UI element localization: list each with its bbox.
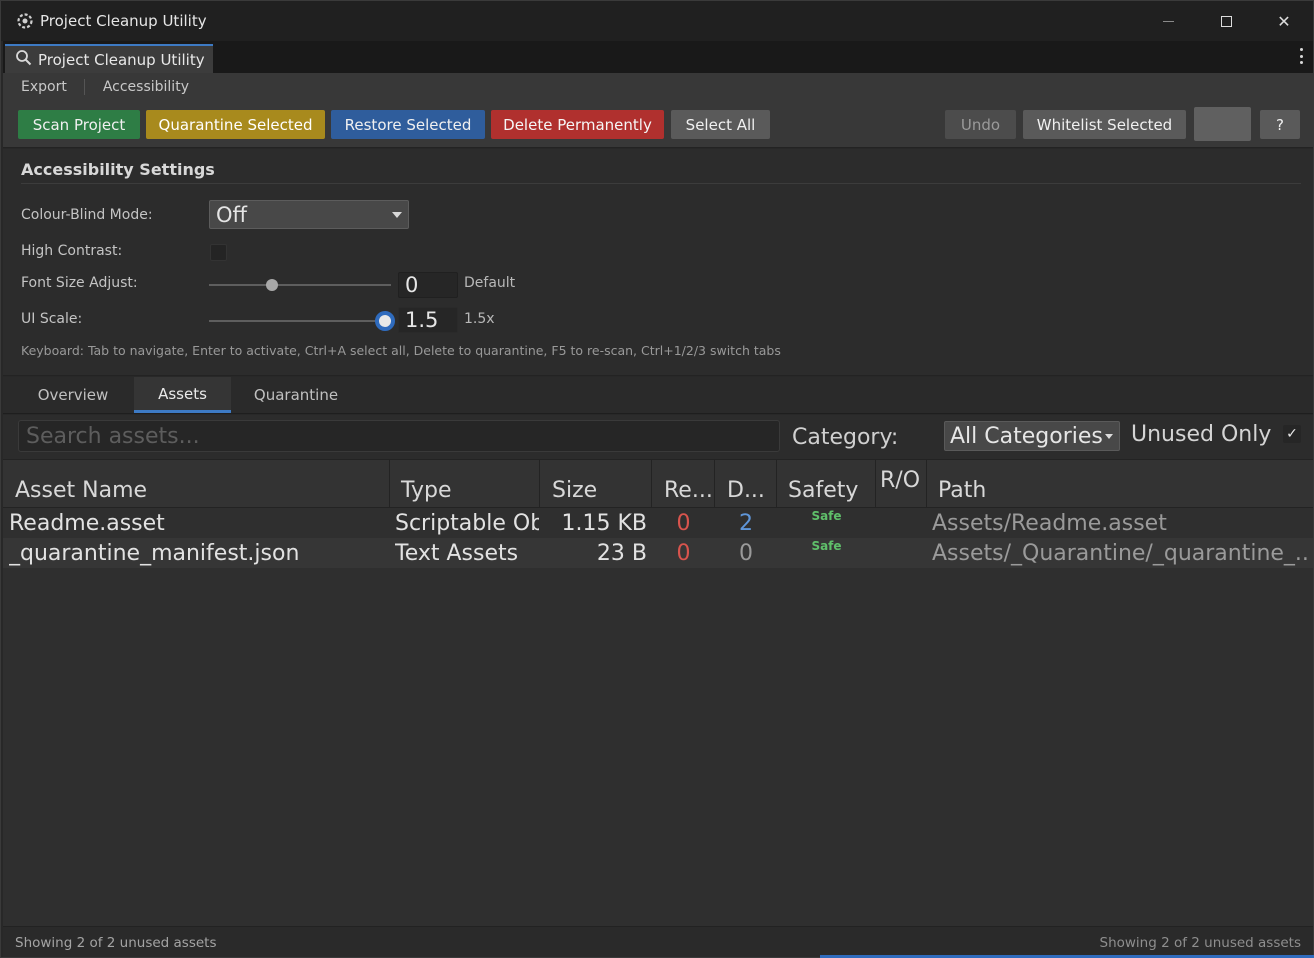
app-icon xyxy=(16,12,34,30)
ui-scale-hint: 1.5x xyxy=(464,311,495,327)
asset-name: Readme.asset xyxy=(9,510,165,536)
asset-size: 23 B xyxy=(596,540,647,566)
chevron-down-icon xyxy=(1105,434,1113,439)
font-size-field[interactable]: 0 xyxy=(398,272,458,298)
divider xyxy=(21,183,1301,184)
colour-blind-mode-dropdown[interactable]: Off xyxy=(209,200,409,229)
ui-scale-label: UI Scale: xyxy=(21,311,83,327)
asset-references: 0 xyxy=(676,510,691,536)
maximize-button[interactable] xyxy=(1197,1,1255,41)
minimize-icon xyxy=(1162,20,1174,22)
menu-accessibility[interactable]: Accessibility xyxy=(85,73,206,100)
column-header-read-only[interactable]: R/O xyxy=(876,460,927,508)
column-header-dependencies[interactable]: D... xyxy=(715,460,777,508)
toolbar: Scan Project Quarantine Selected Restore… xyxy=(3,100,1313,148)
accessibility-settings-panel: Accessibility Settings Colour-Blind Mode… xyxy=(3,149,1313,376)
column-header-path[interactable]: Path xyxy=(927,460,1313,508)
select-all-button[interactable]: Select All xyxy=(671,110,770,139)
asset-size: 1.15 KB xyxy=(561,510,648,536)
asset-read-only xyxy=(876,538,927,568)
delete-permanently-button[interactable]: Delete Permanently xyxy=(491,110,664,139)
safety-badge: Safe xyxy=(811,509,842,523)
asset-path: Assets/_Quarantine/_quarantine_... xyxy=(932,540,1308,566)
help-button[interactable]: ? xyxy=(1260,110,1300,139)
unused-only-label: Unused Only xyxy=(1131,422,1272,447)
checkmark-icon: ✓ xyxy=(1286,426,1298,442)
tab-quarantine[interactable]: Quarantine xyxy=(241,377,351,413)
ui-scale-slider-track[interactable] xyxy=(209,320,391,322)
column-header-size[interactable]: Size xyxy=(540,460,652,508)
menu-export[interactable]: Export xyxy=(3,73,84,100)
asset-read-only xyxy=(876,508,927,538)
quarantine-selected-button[interactable]: Quarantine Selected xyxy=(146,110,325,139)
table-header: Asset Name Type Size Re... D... Safety R… xyxy=(3,459,1313,508)
tab-overview[interactable]: Overview xyxy=(21,377,125,413)
asset-dependencies: 2 xyxy=(739,510,753,536)
asset-type: Scriptable Ob xyxy=(395,510,539,536)
asset-references: 0 xyxy=(676,540,691,566)
editor-tab-strip: Project Cleanup Utility xyxy=(3,41,1313,73)
font-size-slider-track[interactable] xyxy=(209,284,391,286)
asset-path: Assets/Readme.asset xyxy=(932,510,1167,536)
close-icon: ✕ xyxy=(1277,11,1291,31)
safety-badge: Safe xyxy=(811,539,842,553)
editor-tab-label: Project Cleanup Utility xyxy=(38,50,205,69)
font-size-hint: Default xyxy=(464,275,516,291)
asset-dependencies: 0 xyxy=(739,540,753,566)
category-value: All Categories xyxy=(950,423,1103,449)
close-button[interactable]: ✕ xyxy=(1255,1,1313,41)
table-row[interactable]: Readme.asset Scriptable Ob 1.15 KB 0 2 S… xyxy=(3,508,1313,538)
unused-only-checkbox[interactable]: ✓ xyxy=(1283,425,1301,443)
title-bar: Project Cleanup Utility ✕ xyxy=(1,1,1313,41)
blank-toolbar-button[interactable] xyxy=(1194,107,1251,141)
more-vertical-icon[interactable] xyxy=(1299,48,1303,64)
asset-name: _quarantine_manifest.json xyxy=(9,540,300,566)
font-size-slider-handle[interactable] xyxy=(266,279,278,291)
scan-project-button[interactable]: Scan Project xyxy=(18,110,140,139)
search-icon xyxy=(15,49,32,70)
chevron-down-icon xyxy=(392,212,402,218)
asset-table: Asset Name Type Size Re... D... Safety R… xyxy=(3,459,1313,926)
colour-blind-mode-label: Colour-Blind Mode: xyxy=(21,207,153,223)
column-header-references[interactable]: Re... xyxy=(652,460,715,508)
filter-bar: Category: All Categories Unused Only ✓ xyxy=(3,415,1313,459)
status-bar: Showing 2 of 2 unused assets Showing 2 o… xyxy=(3,926,1313,957)
restore-selected-button[interactable]: Restore Selected xyxy=(331,110,485,139)
app-window: Project Cleanup Utility ✕ Project Cleanu… xyxy=(0,0,1314,958)
whitelist-selected-button[interactable]: Whitelist Selected xyxy=(1023,110,1186,139)
minimize-button[interactable] xyxy=(1139,1,1197,41)
status-text-left: Showing 2 of 2 unused assets xyxy=(15,935,217,951)
editor-tab[interactable]: Project Cleanup Utility xyxy=(5,44,213,73)
ui-scale-field[interactable]: 1.5 xyxy=(398,307,458,333)
category-label: Category: xyxy=(792,425,899,450)
window-controls: ✕ xyxy=(1139,1,1313,41)
column-header-asset-name[interactable]: Asset Name xyxy=(3,460,390,508)
search-input[interactable] xyxy=(18,420,780,452)
keyboard-hint: Keyboard: Tab to navigate, Enter to acti… xyxy=(21,343,781,358)
column-header-safety[interactable]: Safety xyxy=(777,460,876,508)
ui-scale-slider-handle[interactable] xyxy=(375,311,395,331)
undo-button[interactable]: Undo xyxy=(945,110,1016,139)
table-row[interactable]: _quarantine_manifest.json Text Assets 23… xyxy=(3,538,1313,568)
high-contrast-checkbox[interactable] xyxy=(210,244,227,261)
colour-blind-mode-value: Off xyxy=(216,202,247,227)
column-header-type[interactable]: Type xyxy=(390,460,540,508)
maximize-icon xyxy=(1220,15,1232,27)
accessibility-settings-title: Accessibility Settings xyxy=(21,160,215,179)
font-size-adjust-label: Font Size Adjust: xyxy=(21,275,138,291)
category-dropdown[interactable]: All Categories xyxy=(944,421,1120,451)
menu-bar: Export Accessibility xyxy=(3,73,1313,100)
window-title: Project Cleanup Utility xyxy=(40,12,207,30)
high-contrast-label: High Contrast: xyxy=(21,243,123,259)
status-text-right: Showing 2 of 2 unused assets xyxy=(1099,935,1302,951)
tab-assets[interactable]: Assets xyxy=(134,377,231,413)
asset-type: Text Assets xyxy=(395,540,519,566)
view-tabs: Overview Assets Quarantine xyxy=(3,377,1313,414)
